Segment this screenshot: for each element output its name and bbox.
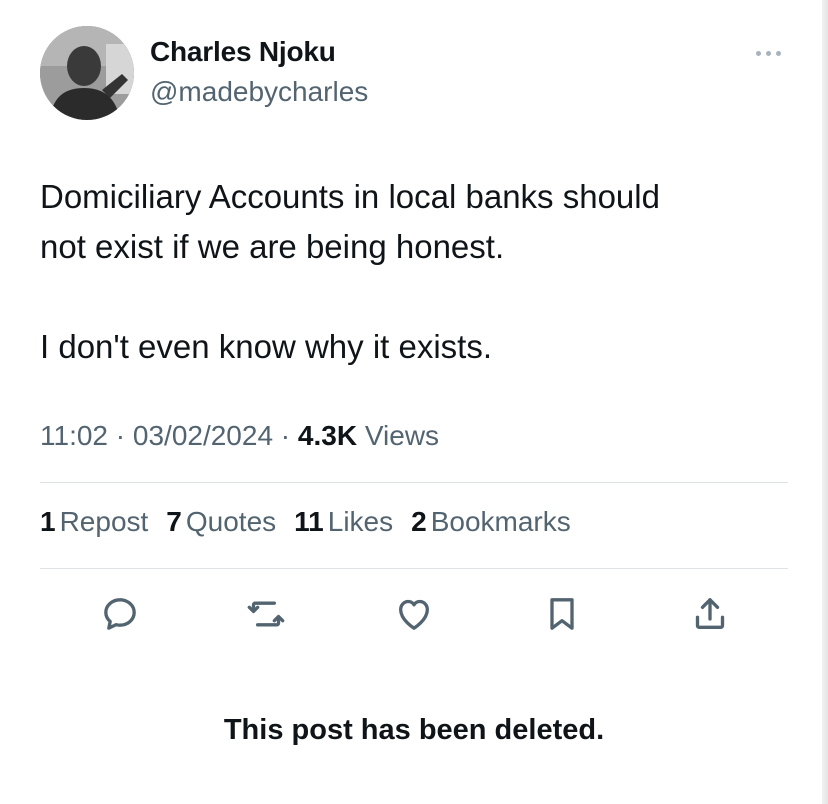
display-name[interactable]: Charles Njoku — [150, 36, 336, 68]
dot — [776, 50, 781, 56]
bookmark-icon — [550, 598, 574, 630]
separator: · — [273, 420, 298, 451]
action-bar — [40, 590, 788, 640]
reposts-label: Repost — [59, 506, 149, 537]
tweet-date[interactable]: 03/02/2024 — [133, 420, 273, 451]
repost-icon — [247, 601, 285, 627]
dot — [756, 50, 761, 56]
tweet-header: Charles Njoku @madebycharles — [40, 26, 790, 122]
bookmarks-count: 2 — [411, 506, 427, 537]
avatar[interactable] — [40, 26, 134, 120]
user-handle[interactable]: @madebycharles — [150, 76, 368, 108]
divider — [40, 568, 788, 569]
reposts-count: 1 — [40, 506, 56, 537]
views-label[interactable]: Views — [357, 420, 439, 451]
repost-button[interactable] — [242, 590, 290, 638]
likes-count: 11 — [294, 506, 324, 537]
profile-photo-icon — [40, 26, 134, 120]
quotes-label: Quotes — [185, 506, 277, 537]
window-edge — [822, 0, 828, 804]
share-icon — [695, 598, 725, 629]
likes-stat[interactable]: 11 Likes — [294, 506, 393, 538]
tweet-line: I don't even know why it exists. — [40, 328, 493, 365]
share-button[interactable] — [686, 590, 734, 638]
more-options-icon[interactable] — [756, 48, 790, 58]
likes-label: Likes — [327, 506, 394, 537]
reply-button[interactable] — [96, 590, 144, 638]
engagement-stats: 1 Repost 7 Quotes 11 Likes 2 Bookmarks — [40, 506, 571, 538]
separator: · — [108, 420, 133, 451]
bookmarks-stat[interactable]: 2 Bookmarks — [411, 506, 571, 538]
views-count[interactable]: 4.3K — [298, 420, 357, 451]
tweet-text: Domiciliary Accounts in local banks shou… — [40, 172, 790, 372]
quotes-count: 7 — [166, 506, 182, 537]
reposts-stat[interactable]: 1 Repost — [40, 506, 148, 538]
tweet-line: not exist if we are being honest. — [40, 228, 505, 265]
bookmark-button[interactable] — [538, 590, 586, 638]
like-button[interactable] — [390, 590, 438, 638]
tweet-time[interactable]: 11:02 — [40, 420, 108, 451]
bookmarks-label: Bookmarks — [430, 506, 571, 537]
divider — [40, 482, 788, 483]
reply-icon — [104, 598, 136, 630]
quotes-stat[interactable]: 7 Quotes — [166, 506, 276, 538]
like-icon — [399, 599, 429, 630]
deleted-notice: This post has been deleted. — [223, 714, 605, 746]
dot — [766, 50, 771, 56]
tweet-meta: 11:02 · 03/02/2024 · 4.3K Views — [40, 420, 439, 452]
tweet-line: Domiciliary Accounts in local banks shou… — [40, 178, 660, 215]
